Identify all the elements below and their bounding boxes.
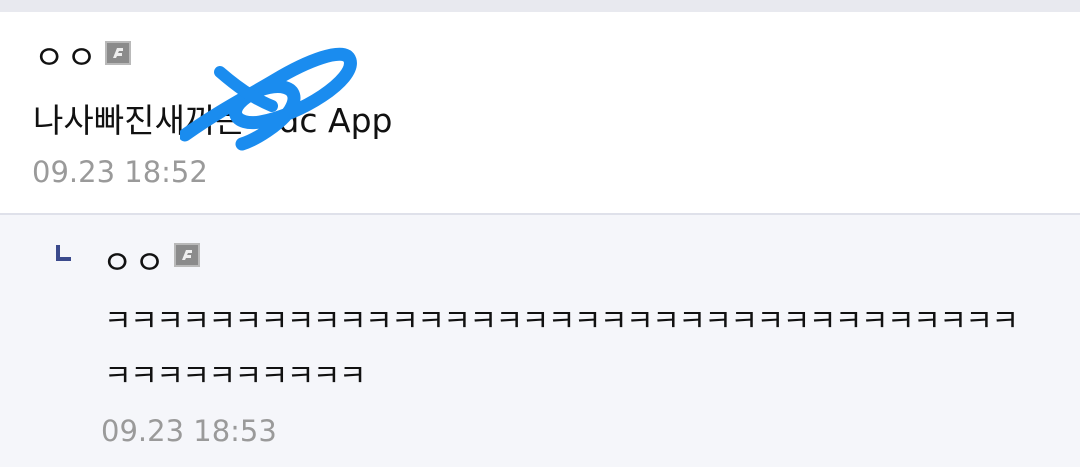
fixed-nick-badge-icon bbox=[105, 41, 131, 65]
comment-timestamp: 09.23 18:52 bbox=[32, 155, 208, 189]
reply-item[interactable]: ㅇㅇ ㅋㅋㅋㅋㅋㅋㅋㅋㅋㅋㅋㅋㅋㅋㅋㅋㅋㅋㅋㅋㅋㅋㅋㅋㅋㅋㅋㅋㅋㅋㅋㅋㅋㅋㅋ ㅋ… bbox=[0, 215, 1080, 467]
reply-timestamp: 09.23 18:53 bbox=[101, 414, 277, 448]
reply-nickname[interactable]: ㅇㅇ bbox=[102, 246, 167, 279]
reply-text-line2: ㅋㅋㅋㅋㅋㅋㅋㅋㅋㅋ bbox=[104, 359, 367, 394]
top-divider bbox=[0, 0, 1080, 12]
reply-text-line1: ㅋㅋㅋㅋㅋㅋㅋㅋㅋㅋㅋㅋㅋㅋㅋㅋㅋㅋㅋㅋㅋㅋㅋㅋㅋㅋㅋㅋㅋㅋㅋㅋㅋㅋㅋ bbox=[104, 304, 1019, 339]
comment-nickname[interactable]: ㅇㅇ bbox=[34, 41, 99, 74]
scribble-overlay bbox=[180, 47, 357, 151]
fixed-nick-badge-icon bbox=[174, 243, 200, 267]
comment-item[interactable]: ㅇㅇ 나사빠진새끼는 - dc App 09.23 18:52 bbox=[0, 12, 1080, 215]
reply-arrow-icon bbox=[56, 245, 71, 261]
